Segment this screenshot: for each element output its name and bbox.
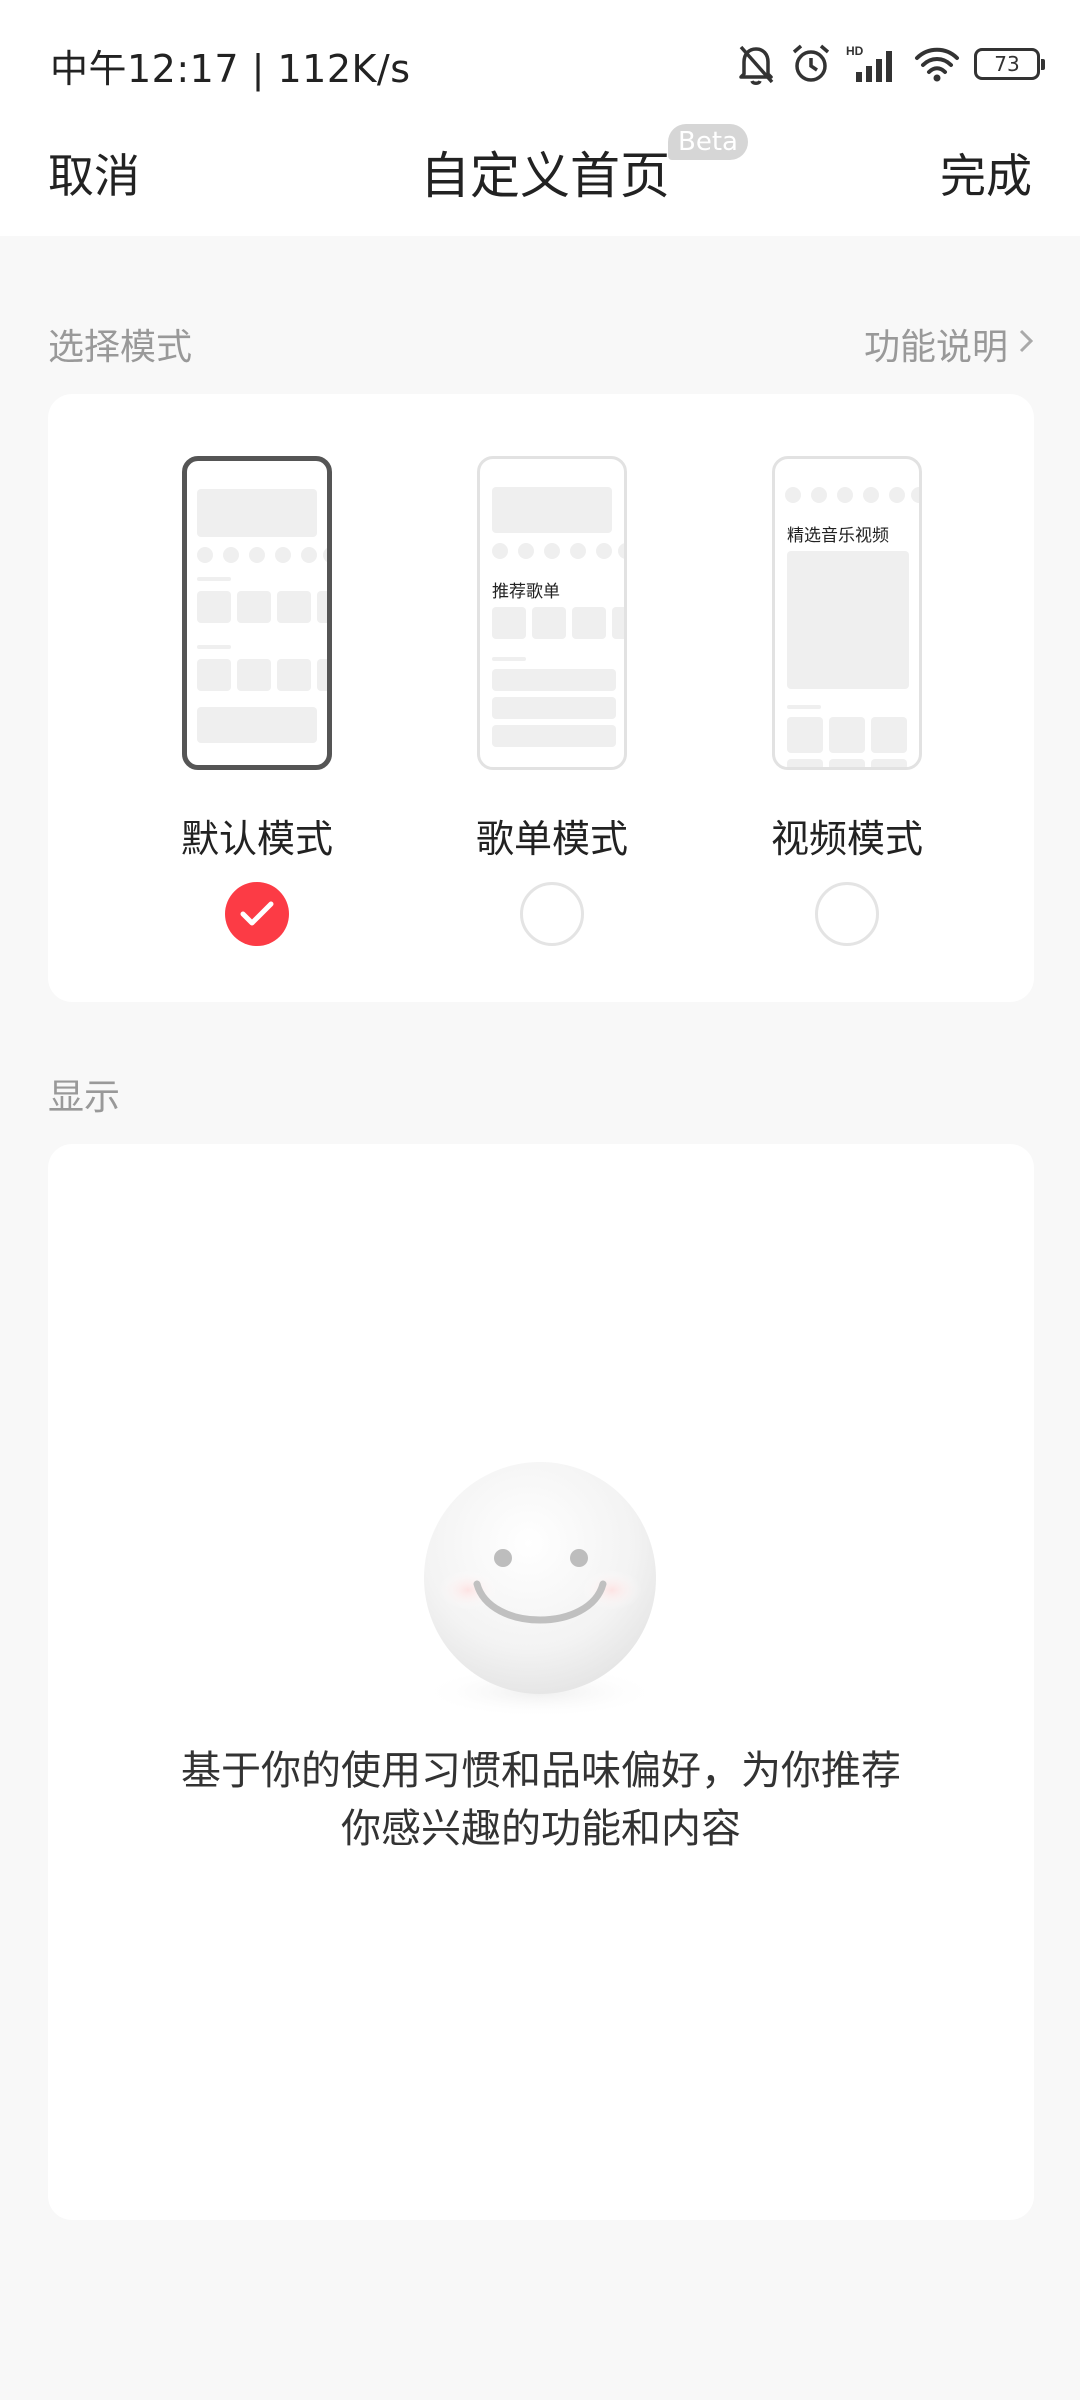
wifi-icon — [914, 44, 960, 84]
done-button[interactable]: 完成 — [940, 140, 1032, 206]
alarm-icon — [790, 42, 832, 86]
mode-name: 默认模式 — [180, 817, 333, 861]
playlist-mode-preview: 推荐歌单 — [477, 456, 627, 770]
mode-radio-default[interactable] — [225, 882, 289, 946]
empty-state-text: 基于你的使用习惯和品味偏好，为你推荐 你感兴趣的功能和内容 — [48, 1742, 1034, 1858]
checkmark-icon — [240, 901, 274, 926]
default-mode-preview — [182, 456, 332, 770]
page-title: 自定义首页 — [420, 147, 670, 205]
mode-option-playlist[interactable]: 推荐歌单 歌单模式 — [476, 456, 628, 946]
preview-label: 推荐歌单 — [492, 582, 560, 602]
empty-state-line-2: 你感兴趣的功能和内容 — [341, 1806, 741, 1852]
display-section-label: 显示 — [48, 1077, 121, 1118]
cancel-button[interactable]: 取消 — [48, 140, 140, 206]
svg-text:HD: HD — [846, 44, 864, 58]
mode-option-video[interactable]: 精选音乐视频 视频模式 — [771, 456, 923, 946]
video-mode-preview: 精选音乐视频 — [772, 456, 922, 770]
feature-help-link[interactable]: 功能说明 — [864, 318, 1034, 370]
smiley-illustration — [420, 1460, 660, 1720]
status-time: 中午12:17 | 112K/s — [50, 47, 411, 91]
mode-radio-video[interactable] — [815, 882, 879, 946]
mode-name: 视频模式 — [770, 817, 923, 861]
empty-state-line-1: 基于你的使用习惯和品味偏好，为你推荐 — [181, 1748, 901, 1794]
battery-icon: 73 — [974, 48, 1045, 80]
mode-radio-playlist[interactable] — [520, 882, 584, 946]
chevron-right-icon — [1018, 324, 1034, 365]
preview-label: 精选音乐视频 — [787, 526, 889, 546]
customize-home-screen: 中午12:17 | 112K/s HD 73 取消 自定义首页 Beta 完成 … — [0, 0, 1080, 2400]
hd-signal-icon: HD — [846, 44, 900, 84]
mode-option-default[interactable]: 默认模式 — [181, 456, 333, 946]
mode-section-label: 选择模式 — [48, 327, 193, 368]
status-icons: HD 73 — [736, 38, 1045, 90]
beta-badge: Beta — [668, 124, 748, 160]
mode-name: 歌单模式 — [475, 817, 628, 861]
feature-help-label: 功能说明 — [863, 327, 1008, 368]
battery-level: 73 — [994, 52, 1020, 76]
bell-off-icon — [736, 42, 776, 86]
